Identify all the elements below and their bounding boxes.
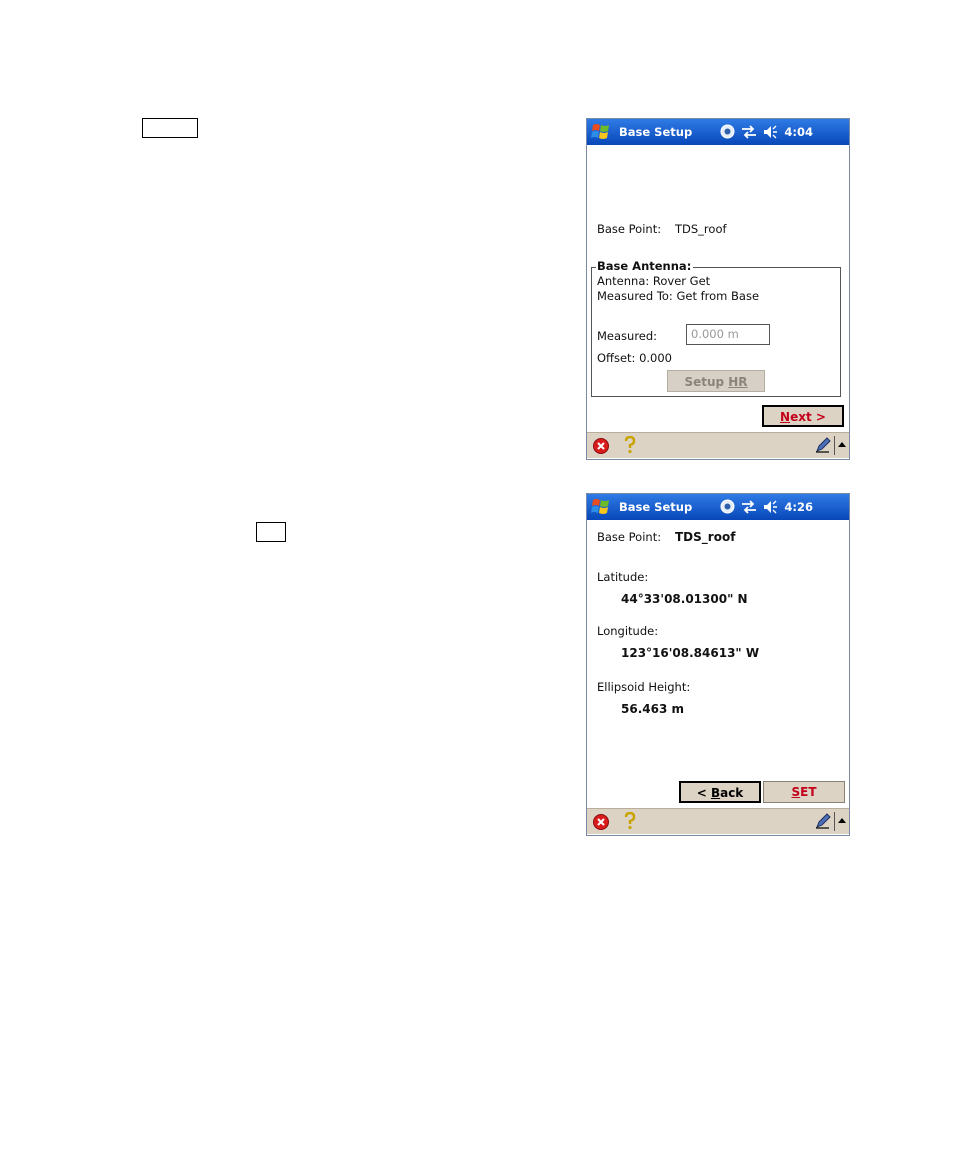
set-button[interactable]: SET [763, 781, 845, 803]
base-point-label: Base Point: [597, 530, 662, 544]
base-point-value: TDS_roof [675, 222, 727, 236]
content-area: Base Point: TDS_roof Base Antenna: Anten… [587, 145, 849, 432]
close-icon[interactable] [593, 814, 609, 830]
back-button[interactable]: < Back [679, 781, 761, 803]
setup-hr-label: Setup [684, 375, 729, 389]
screen-base-setup-position: Base Setup 4:26 Base Point: TDS_roof Lat… [586, 493, 850, 836]
close-icon[interactable] [593, 438, 609, 454]
help-icon[interactable] [623, 436, 637, 454]
next-label-underlined: N [780, 410, 791, 424]
windows-start-icon[interactable] [590, 122, 611, 142]
setup-hr-label-underlined: HR [728, 375, 748, 389]
measured-label: Measured: [597, 329, 658, 343]
clock[interactable]: 4:26 [784, 500, 813, 514]
title-bar: Base Setup 4:26 [587, 494, 849, 520]
connectivity-icon[interactable] [741, 499, 757, 514]
windows-start-icon[interactable] [590, 497, 611, 517]
measured-to-line: Measured To: Get from Base [597, 289, 760, 303]
input-menu-arrow-icon[interactable] [838, 441, 846, 447]
input-menu-arrow-icon[interactable] [838, 817, 846, 823]
back-label: ack [720, 786, 744, 800]
back-label-prefix: < [696, 786, 711, 800]
longitude-value: 123°16'08.84613" W [621, 646, 760, 660]
bottom-bar [587, 808, 849, 834]
base-antenna-group-title: Base Antenna: [596, 259, 694, 273]
next-label: ext > [790, 410, 826, 424]
clock[interactable]: 4:04 [784, 125, 813, 139]
pen-input-icon[interactable] [815, 437, 831, 453]
ellipsoid-height-label: Ellipsoid Height: [597, 680, 691, 694]
ellipsoid-height-value: 56.463 m [621, 702, 684, 716]
help-icon[interactable] [623, 812, 637, 830]
connectivity-icon[interactable] [741, 124, 757, 139]
setup-hr-button[interactable]: Setup HR [667, 370, 765, 392]
volume-icon[interactable] [763, 500, 779, 514]
gps-status-icon[interactable] [720, 124, 735, 139]
volume-icon[interactable] [763, 125, 779, 139]
content-area: Base Point: TDS_roof Latitude: 44°33'08.… [587, 520, 849, 808]
back-label-underlined: B [710, 786, 721, 800]
title-bar: Base Setup 4:04 [587, 119, 849, 145]
page-blank-box-2 [256, 522, 286, 542]
bottom-bar-separator [834, 436, 835, 455]
latitude-value: 44°33'08.01300" N [621, 592, 748, 606]
set-label: ET [800, 785, 817, 799]
screen-base-setup-antenna: Base Setup 4:04 Base Point: TDS_roof Bas… [586, 118, 850, 460]
measured-input-value: 0.000 m [691, 327, 739, 341]
latitude-label: Latitude: [597, 570, 649, 584]
gps-status-icon[interactable] [720, 499, 735, 514]
next-button[interactable]: Next > [762, 405, 844, 427]
base-point-label: Base Point: [597, 222, 662, 236]
measured-input[interactable]: 0.000 m [686, 324, 770, 345]
window-title: Base Setup [619, 125, 693, 139]
offset-line: Offset: 0.000 [597, 351, 673, 365]
bottom-bar-separator [834, 812, 835, 831]
window-title: Base Setup [619, 500, 693, 514]
antenna-line: Antenna: Rover Get [597, 274, 711, 288]
pen-input-icon[interactable] [815, 813, 831, 829]
set-label-underlined: S [791, 785, 801, 799]
longitude-label: Longitude: [597, 624, 659, 638]
base-point-value: TDS_roof [675, 530, 736, 544]
page-blank-box-1 [142, 118, 198, 138]
bottom-bar [587, 432, 849, 458]
